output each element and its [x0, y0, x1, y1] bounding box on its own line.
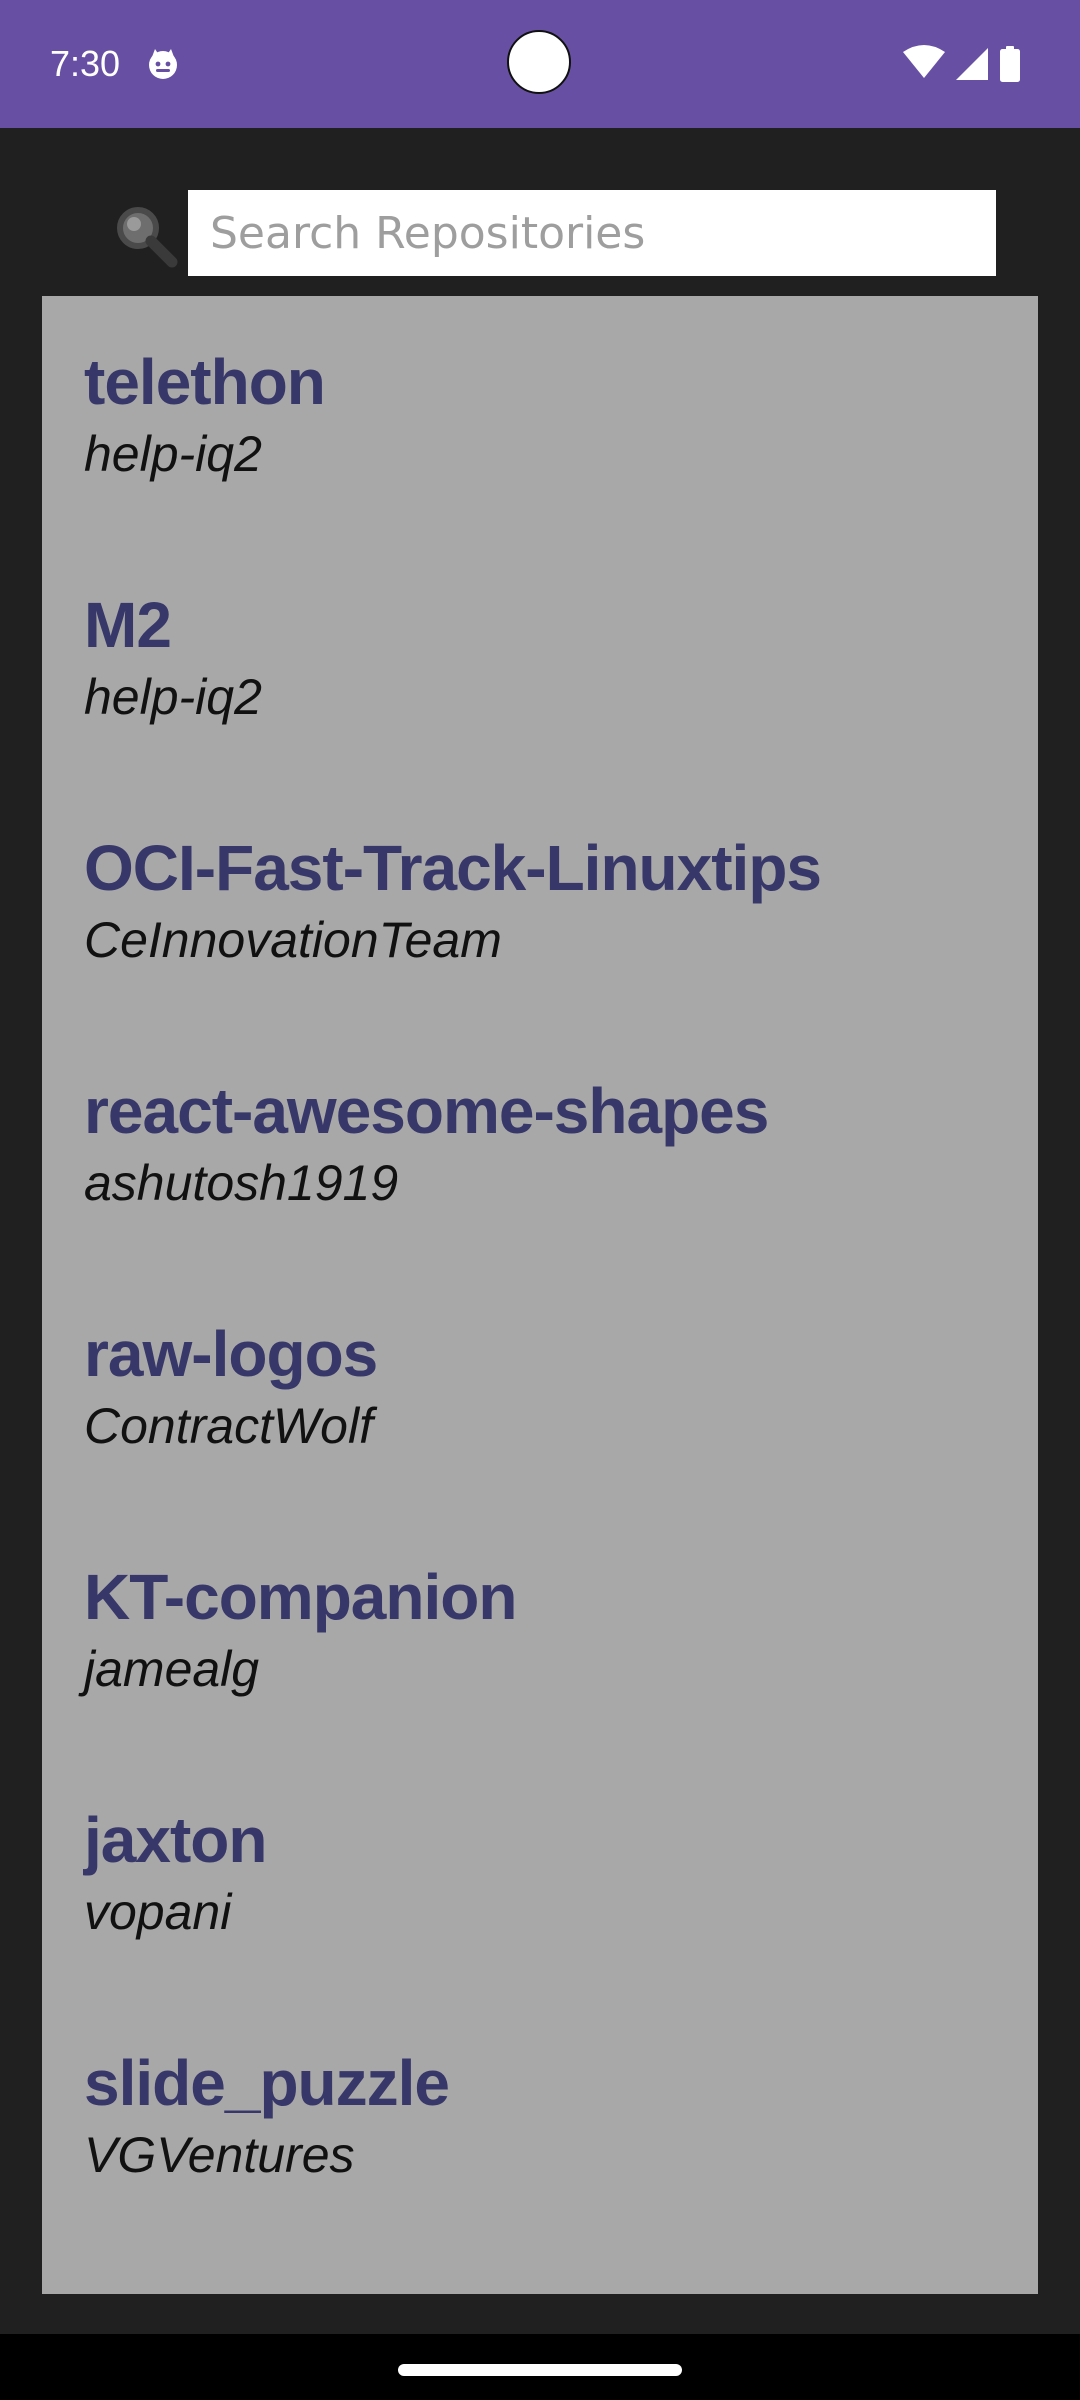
camera-cutout [507, 30, 571, 94]
status-time: 7:30 [50, 43, 121, 84]
list-item[interactable]: M2 help-iq2 [84, 585, 1004, 785]
list-item[interactable]: OCI-Fast-Track-Linuxtips CeInnovationTea… [84, 828, 1004, 1028]
repo-name: telethon [84, 346, 326, 418]
search-input[interactable] [188, 190, 996, 276]
home-indicator[interactable] [398, 2364, 682, 2376]
android-cat-icon [146, 47, 180, 81]
repo-name: KT-companion [84, 1561, 517, 1633]
repo-owner: CeInnovationTeam [84, 912, 502, 968]
status-bar: 7:30 [0, 0, 1080, 128]
battery-icon [1000, 46, 1020, 82]
repo-name: slide_puzzle [84, 2047, 450, 2119]
list-item[interactable]: jaxton vopani [84, 1800, 1004, 2000]
repo-owner: VGVentures [84, 2127, 355, 2183]
repo-name: jaxton [84, 1804, 267, 1876]
repo-name: raw-logos [84, 1318, 378, 1390]
repo-name: M2 [84, 589, 172, 661]
magnifier-icon [110, 200, 180, 270]
repo-owner: ContractWolf [84, 1398, 373, 1454]
signal-icon [954, 46, 990, 82]
list-item[interactable]: slide_puzzle VGVentures [84, 2043, 1004, 2243]
navigation-bar [0, 2334, 1080, 2400]
list-item[interactable]: raw-logos ContractWolf [84, 1314, 1004, 1514]
repo-owner: ashutosh1919 [84, 1155, 399, 1211]
repo-owner: vopani [84, 1884, 232, 1940]
wifi-icon [902, 44, 946, 80]
repo-name: OCI-Fast-Track-Linuxtips [84, 832, 822, 904]
repo-owner: jamealg [84, 1641, 260, 1697]
list-item[interactable]: react-awesome-shapes ashutosh1919 [84, 1071, 1004, 1271]
repo-name: react-awesome-shapes [84, 1075, 769, 1147]
search-bar [0, 190, 1080, 276]
list-item[interactable]: KT-companion jamealg [84, 1557, 1004, 1757]
repo-owner: help-iq2 [84, 426, 262, 482]
list-item[interactable]: telethon help-iq2 [84, 342, 1004, 542]
repo-owner: help-iq2 [84, 669, 262, 725]
repository-list[interactable]: telethon help-iq2 M2 help-iq2 OCI-Fast-T… [42, 296, 1038, 2294]
